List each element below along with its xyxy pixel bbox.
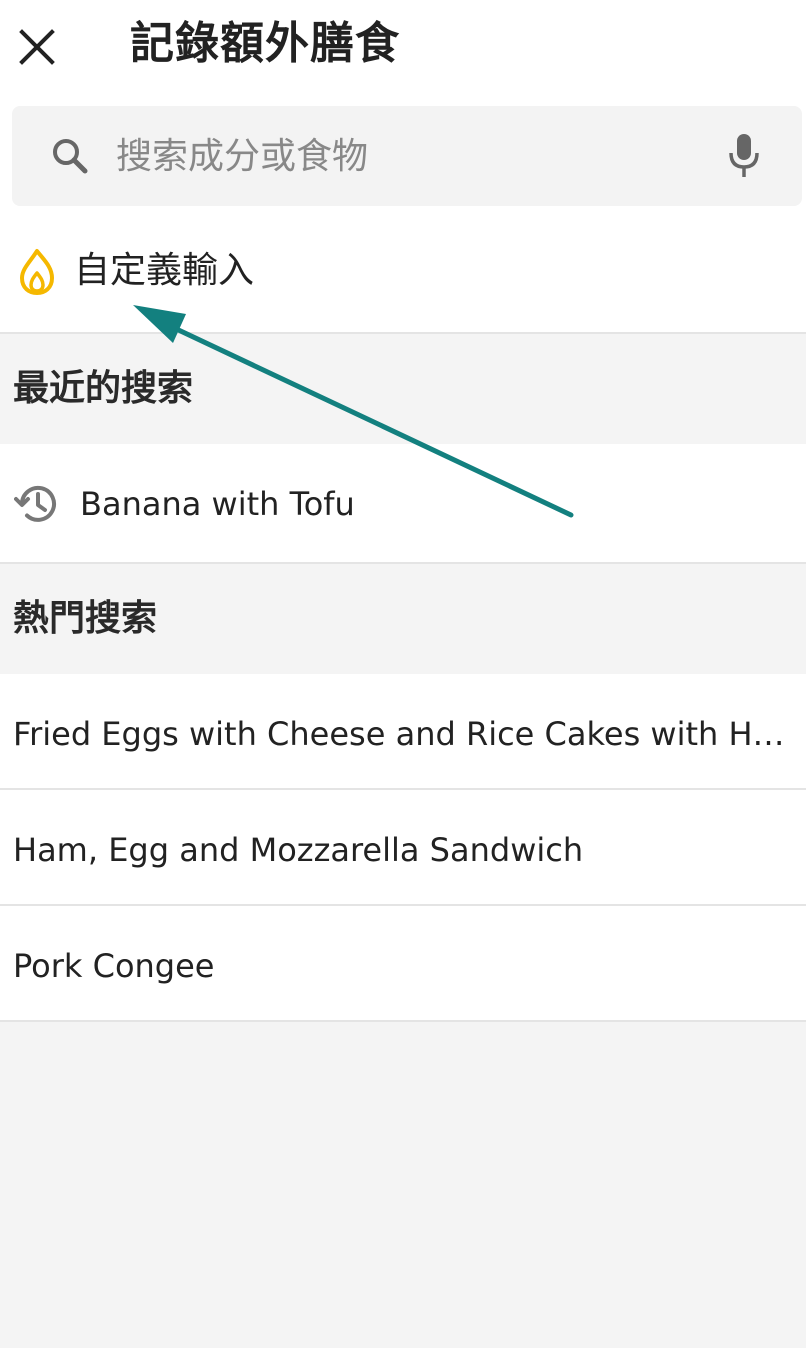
recent-search-item[interactable]: Banana with Tofu [0, 444, 806, 564]
recent-search-label: Banana with Tofu [80, 485, 355, 523]
popular-search-item[interactable]: Fried Eggs with Cheese and Rice Cakes wi… [0, 674, 806, 790]
flame-icon [20, 249, 54, 295]
recent-searches-title: 最近的搜索 [13, 368, 194, 409]
popular-search-label: Ham, Egg and Mozzarella Sandwich [13, 831, 584, 869]
popular-searches-title: 熱門搜索 [13, 598, 158, 639]
custom-entry-label: 自定義輸入 [74, 250, 255, 291]
popular-searches-header: 熱門搜索 [0, 564, 806, 674]
recent-searches-header: 最近的搜索 [0, 334, 806, 444]
search-icon [53, 139, 88, 174]
close-button[interactable] [12, 22, 62, 72]
top-bar: 記錄額外膳食 [0, 0, 806, 92]
popular-search-item[interactable]: Pork Congee [0, 906, 806, 1022]
page-title: 記錄額外膳食 [130, 18, 400, 69]
popular-search-label: Fried Eggs with Cheese and Rice Cakes wi… [13, 715, 789, 753]
search-input[interactable] [116, 128, 696, 184]
search-section [0, 92, 806, 220]
custom-entry-row[interactable]: 自定義輸入 [0, 220, 806, 334]
close-icon [19, 29, 55, 65]
microphone-icon[interactable] [724, 132, 764, 180]
history-icon [14, 485, 56, 522]
popular-search-item[interactable]: Ham, Egg and Mozzarella Sandwich [0, 790, 806, 906]
search-bar[interactable] [12, 106, 802, 206]
popular-search-label: Pork Congee [13, 947, 215, 985]
